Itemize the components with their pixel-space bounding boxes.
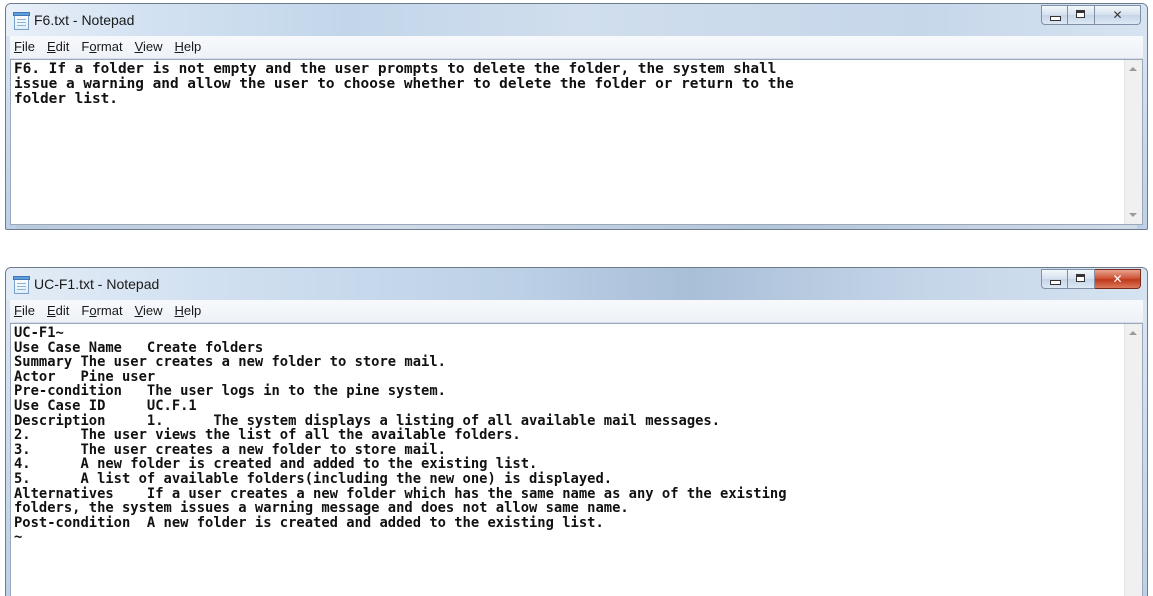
menu-mnemonic: E xyxy=(46,39,56,54)
vertical-scrollbar[interactable] xyxy=(1124,324,1142,596)
vertical-scrollbar[interactable] xyxy=(1124,60,1142,224)
scroll-up-arrow-icon[interactable] xyxy=(1129,331,1137,335)
text-editor[interactable]: F6. If a folder is not empty and the use… xyxy=(10,59,1143,225)
window-title: UC-F1.txt - Notepad xyxy=(34,276,160,292)
menu-format[interactable]: Format xyxy=(75,301,128,321)
notepad-window-uc-f1: UC-F1.txt - Notepad ✕ File Edit Format V… xyxy=(5,267,1148,596)
menu-mnemonic: V xyxy=(134,303,143,318)
menu-mnemonic: F xyxy=(14,303,22,318)
menu-format[interactable]: Format xyxy=(75,37,128,57)
close-icon: ✕ xyxy=(1112,8,1123,22)
menu-help[interactable]: Help xyxy=(169,301,208,321)
menu-edit[interactable]: Edit xyxy=(41,301,75,321)
menu-mnemonic: o xyxy=(89,303,97,318)
maximize-icon xyxy=(1076,274,1085,282)
menu-file[interactable]: File xyxy=(10,37,41,57)
window-controls: ✕ xyxy=(1041,269,1141,291)
close-icon: ✕ xyxy=(1112,272,1123,286)
scroll-down-arrow-icon[interactable] xyxy=(1129,213,1137,217)
notepad-icon[interactable] xyxy=(13,276,30,294)
menu-mnemonic: V xyxy=(134,39,143,54)
menu-help[interactable]: Help xyxy=(169,37,208,57)
text-editor[interactable]: UC-F1~ Use Case Name Create folders Summ… xyxy=(10,323,1143,596)
minimize-icon xyxy=(1050,16,1061,21)
document-text[interactable]: F6. If a folder is not empty and the use… xyxy=(14,62,1122,107)
maximize-icon xyxy=(1076,10,1085,18)
scroll-up-arrow-icon[interactable] xyxy=(1129,67,1137,71)
maximize-button[interactable] xyxy=(1068,5,1095,25)
document-text[interactable]: UC-F1~ Use Case Name Create folders Summ… xyxy=(14,326,1122,545)
menu-mnemonic: E xyxy=(46,303,56,318)
menu-bar: File Edit Format View Help xyxy=(10,36,1143,59)
close-button[interactable]: ✕ xyxy=(1095,269,1141,289)
close-button[interactable]: ✕ xyxy=(1095,5,1141,25)
menu-mnemonic: H xyxy=(174,39,184,54)
notepad-window-f6: F6.txt - Notepad ✕ File Edit Format View… xyxy=(5,3,1148,230)
minimize-icon xyxy=(1050,280,1061,285)
menu-view[interactable]: View xyxy=(129,37,169,57)
menu-edit[interactable]: Edit xyxy=(41,37,75,57)
menu-file[interactable]: File xyxy=(10,301,41,321)
window-title: F6.txt - Notepad xyxy=(34,12,135,28)
menu-bar: File Edit Format View Help xyxy=(10,300,1143,323)
menu-mnemonic: H xyxy=(174,303,184,318)
maximize-button[interactable] xyxy=(1068,269,1095,289)
menu-mnemonic: F xyxy=(14,39,22,54)
minimize-button[interactable] xyxy=(1041,269,1068,289)
window-controls: ✕ xyxy=(1041,5,1141,27)
notepad-icon[interactable] xyxy=(13,12,30,30)
menu-view[interactable]: View xyxy=(129,301,169,321)
title-bar[interactable]: F6.txt - Notepad ✕ xyxy=(6,4,1147,36)
title-bar[interactable]: UC-F1.txt - Notepad ✕ xyxy=(6,268,1147,300)
menu-mnemonic: o xyxy=(89,39,97,54)
minimize-button[interactable] xyxy=(1041,5,1068,25)
window-bottom-edge xyxy=(16,225,1137,229)
